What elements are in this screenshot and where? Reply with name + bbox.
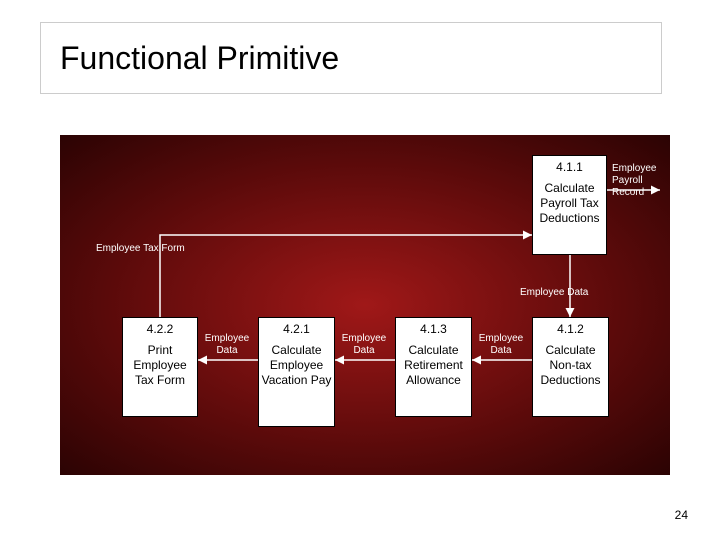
- node-number: 4.2.1: [261, 322, 332, 337]
- slide-title: Functional Primitive: [60, 40, 339, 77]
- process-node-4-1-2: 4.1.2 Calculate Non-tax Deductions: [532, 317, 609, 417]
- node-number: 4.2.2: [125, 322, 195, 337]
- process-node-4-1-3: 4.1.3 Calculate Retirement Allowance: [395, 317, 472, 417]
- diagram-canvas: 4.1.1 Calculate Payroll Tax Deductions 4…: [60, 135, 670, 475]
- node-name: Calculate Employee Vacation Pay: [261, 343, 332, 388]
- flow-label-employee-data-412-413: Employee Data: [476, 333, 526, 357]
- process-node-4-1-1: 4.1.1 Calculate Payroll Tax Deductions: [532, 155, 607, 255]
- flow-label-employee-data-413-421: Employee Data: [339, 333, 389, 357]
- flow-label-employee-data-top: Employee Data: [520, 287, 588, 299]
- node-number: 4.1.3: [398, 322, 469, 337]
- node-name: Calculate Payroll Tax Deductions: [535, 181, 604, 226]
- node-name: Calculate Non-tax Deductions: [535, 343, 606, 388]
- node-number: 4.1.2: [535, 322, 606, 337]
- process-node-4-2-1: 4.2.1 Calculate Employee Vacation Pay: [258, 317, 335, 427]
- node-number: 4.1.1: [535, 160, 604, 175]
- page-number: 24: [675, 508, 688, 522]
- process-node-4-2-2: 4.2.2 Print Employee Tax Form: [122, 317, 198, 417]
- flow-label-employee-payroll-record: Employee Payroll Record: [612, 163, 667, 199]
- node-name: Print Employee Tax Form: [125, 343, 195, 388]
- node-name: Calculate Retirement Allowance: [398, 343, 469, 388]
- flow-label-employee-tax-form: Employee Tax Form: [96, 243, 185, 255]
- flow-label-employee-data-421-422: Employee Data: [202, 333, 252, 357]
